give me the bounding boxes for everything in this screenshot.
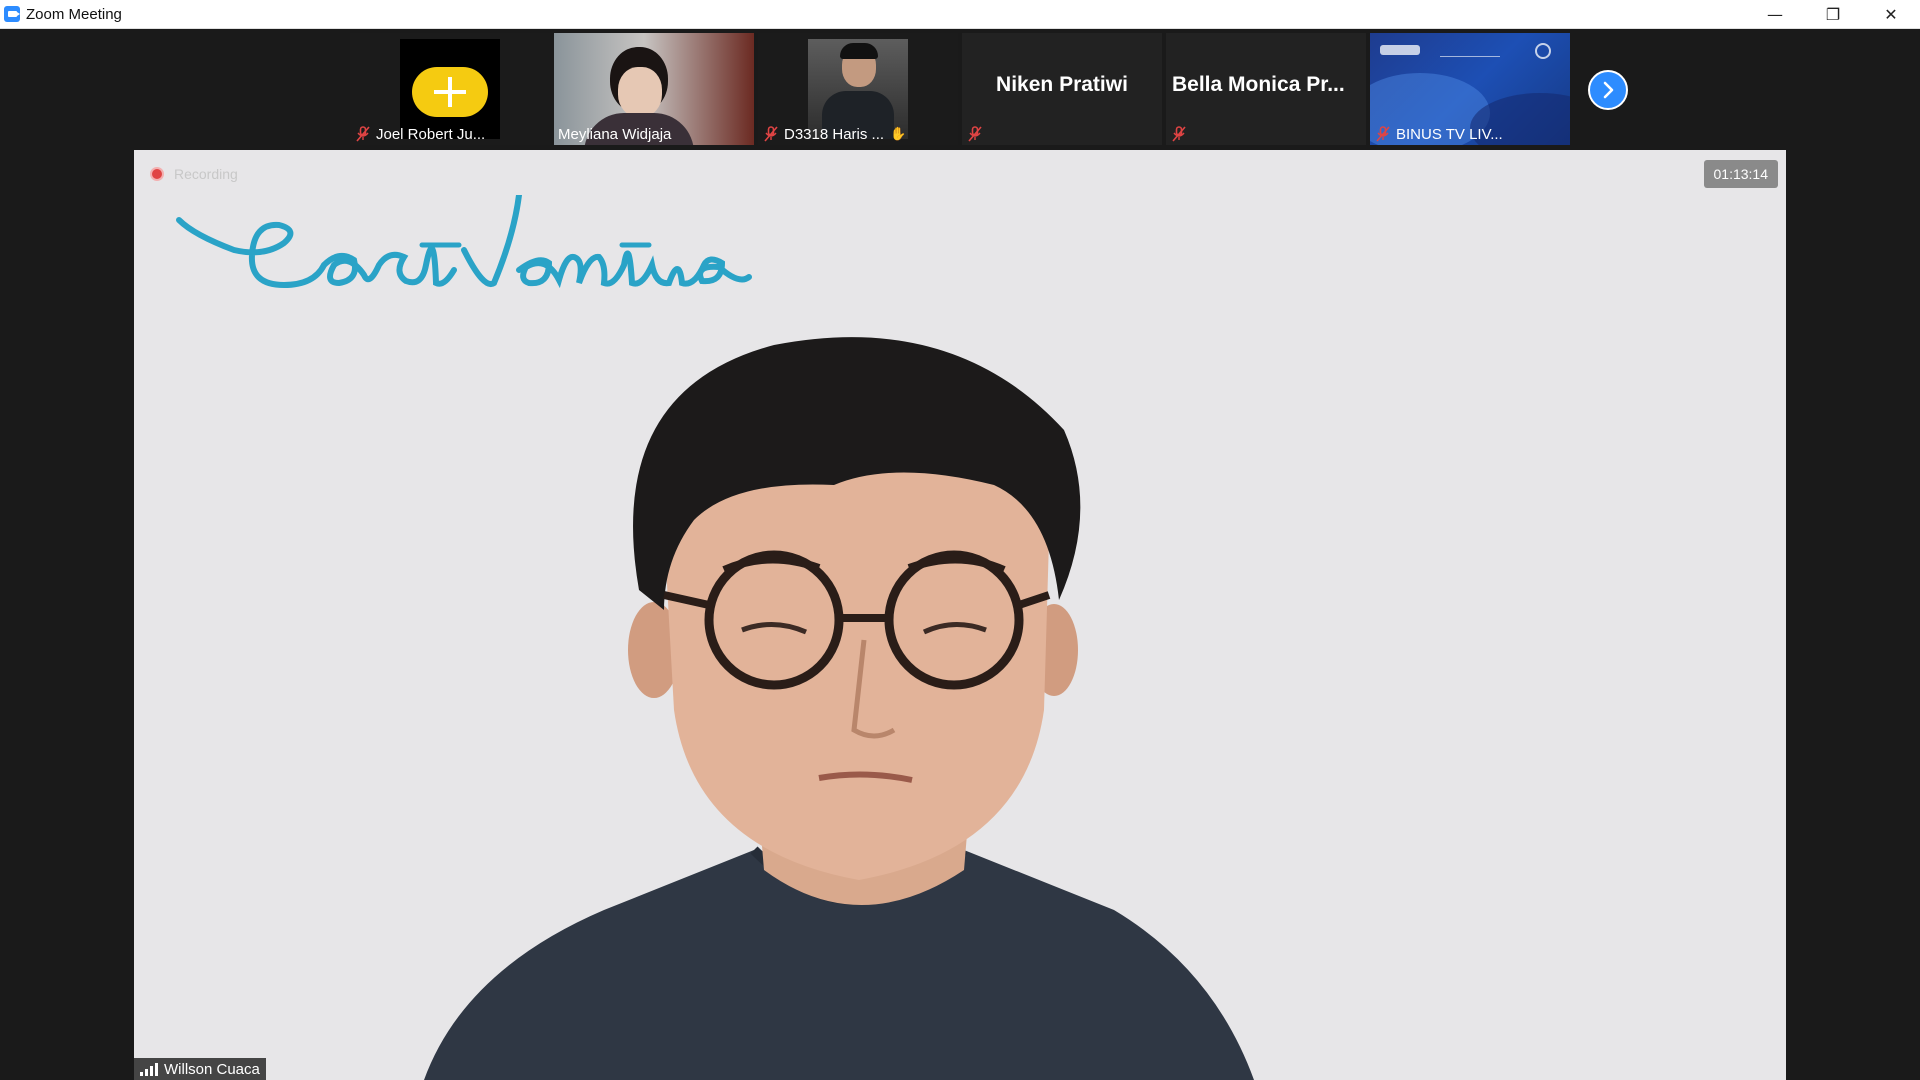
recording-label: Recording [174,166,238,182]
participant-name: Meyliana Widjaja [558,125,672,143]
close-button[interactable]: ✕ [1862,0,1920,29]
window-controls: — ❐ ✕ [1746,0,1920,29]
participant-tile[interactable]: Meyliana Widjaja [554,33,754,145]
participant-name: Joel Robert Ju... [376,125,486,143]
minimize-button[interactable]: — [1746,0,1804,29]
restore-button[interactable]: ❐ [1804,0,1862,29]
participant-tile[interactable]: Niken Pratiwi [962,33,1162,145]
meeting-timer: 01:13:14 [1703,160,1778,188]
title-bar: Zoom Meeting — ❐ ✕ [0,0,1920,29]
next-page-button[interactable] [1588,70,1628,110]
participant-tile[interactable]: Bella Monica Pr... [1166,33,1366,145]
participant-tile[interactable]: Joel Robert Ju... [350,33,550,145]
participant-name: BINUS TV LIV... [1396,125,1503,143]
window-title: Zoom Meeting [26,5,122,23]
participant-name: D3318 Haris ... [784,125,885,143]
chevron-right-icon [1603,81,1614,99]
record-icon [150,167,164,181]
speaker-name: Willson Cuaca [164,1060,260,1078]
muted-mic-icon [762,125,780,143]
participant-tile[interactable]: D3318 Haris ... ✋ [758,33,958,145]
participant-display-name: Bella Monica Pr... [1172,73,1345,96]
participant-tile[interactable]: BINUS TV LIV... [1370,33,1570,145]
active-speaker-video[interactable]: Recording 01:13:14 Willson Cuaca [134,150,1786,1080]
muted-mic-icon [354,125,372,143]
participant-strip: Joel Robert Ju... Meyliana Widjaja D3318… [0,30,1920,148]
speaker-name-tag: Willson Cuaca [134,1058,266,1080]
muted-mic-icon [966,125,984,143]
signal-strength-icon [140,1062,158,1076]
zoom-app-icon [4,6,20,22]
muted-mic-icon [1374,125,1392,143]
east-ventures-logo [176,195,752,289]
muted-mic-icon [1170,125,1188,143]
raised-hand-icon: ✋ [890,126,907,141]
recording-indicator[interactable]: Recording [150,166,238,182]
participant-display-name: Niken Pratiwi [996,73,1128,96]
